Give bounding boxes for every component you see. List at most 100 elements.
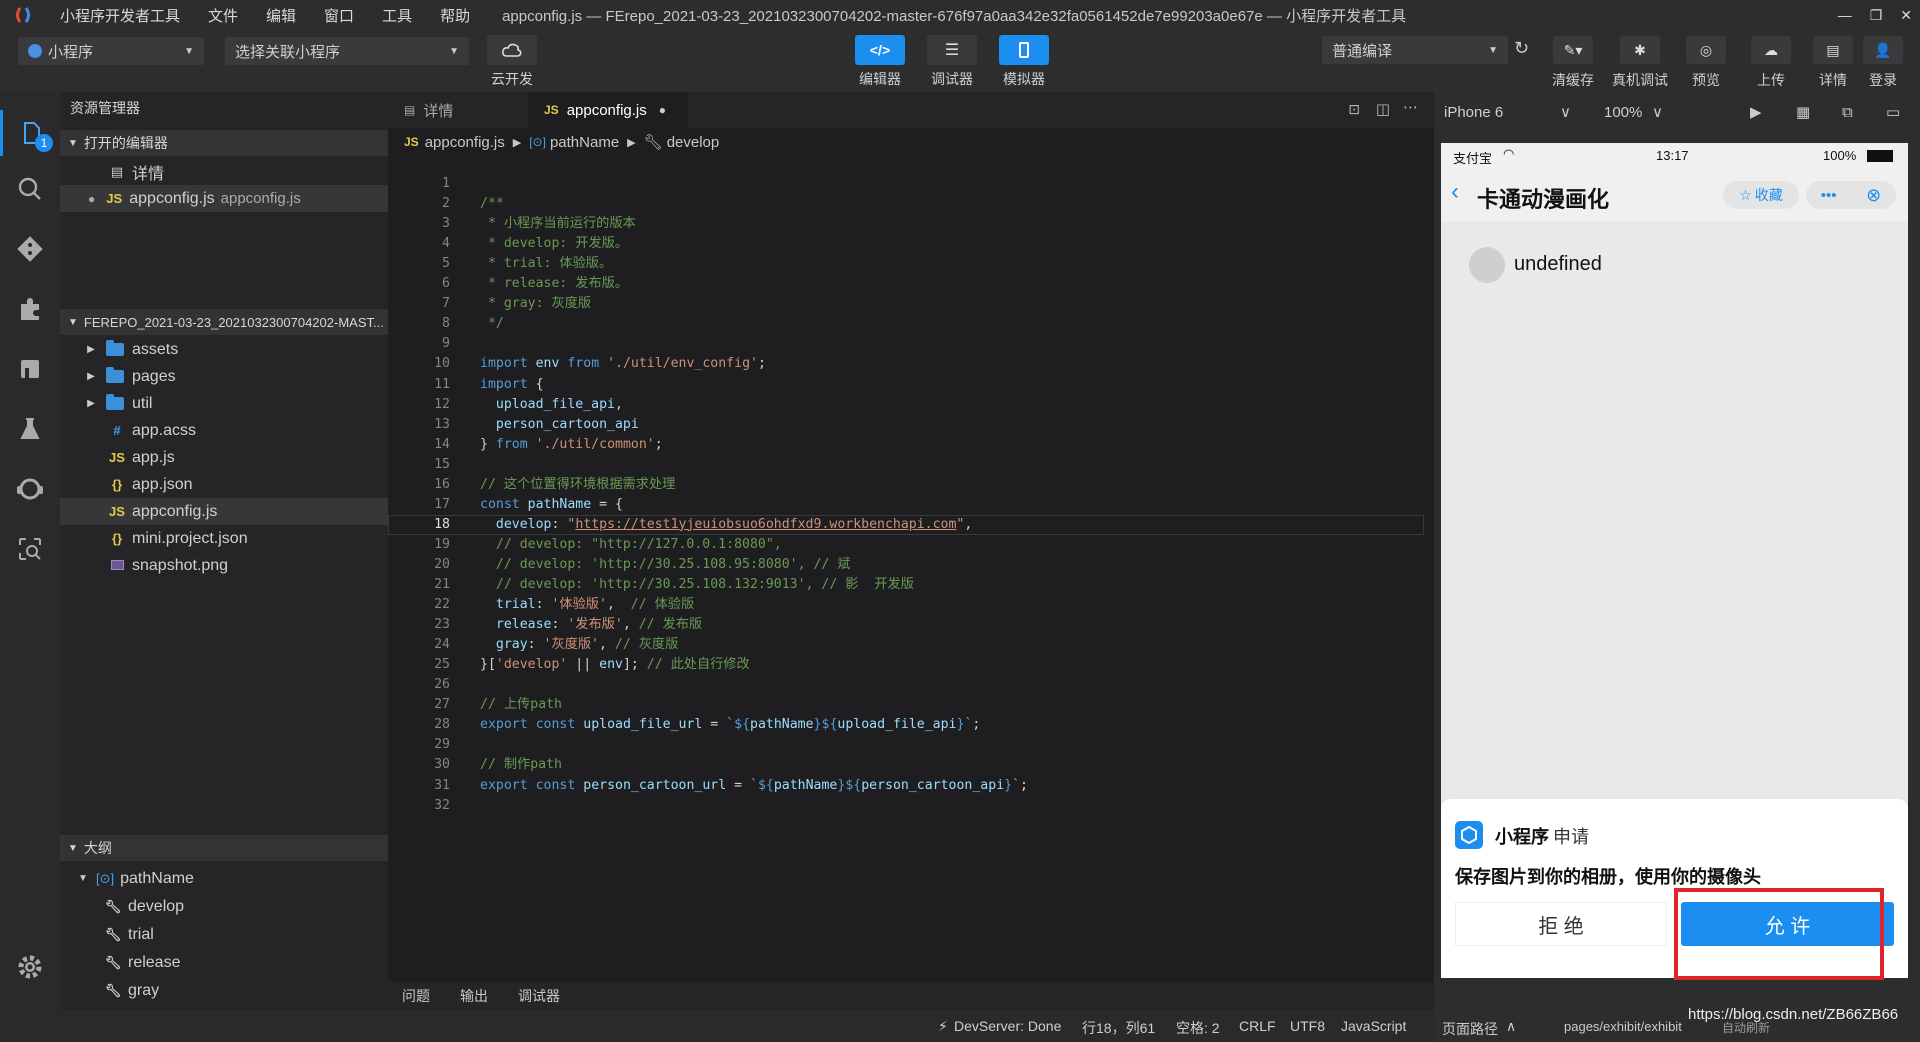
code-editor[interactable]: 1 2/** 3 * 小程序当前运行的版本 4 * develop: 开发版。 5 * … [388,156,1434,982]
breadcrumb-member[interactable]: develop [667,134,720,151]
file-item[interactable]: snapshot.png [60,552,388,579]
tab-problems[interactable]: 问题 [402,986,430,1006]
code-line[interactable]: // develop: 'http://30.25.108.132:9013',… [480,575,914,595]
reject-button[interactable]: 拒 绝 [1455,902,1667,946]
code-line[interactable]: develop: "https://test1yjeuiobsuo6ohdfxd… [480,515,972,535]
simulator-toggle-button[interactable]: 模拟器 [999,35,1049,89]
git-icon[interactable] [0,226,60,272]
cloud-dev-button[interactable]: 云开发 [487,35,537,89]
code-line[interactable]: * gray: 灰度版 [480,294,591,314]
extensions-icon[interactable] [0,286,60,332]
tab-debugger[interactable]: 调试器 [518,986,560,1006]
inspect-icon[interactable] [0,526,60,572]
code-line[interactable]: * release: 发布版。 [480,274,628,294]
support-icon[interactable] [0,466,60,512]
folder-item[interactable]: ▶ pages [60,363,388,390]
project-section[interactable]: ▼ FEREPO_2021-03-23_2021032300704202-MAST… [60,309,388,335]
file-item-selected[interactable]: JS appconfig.js [60,498,388,525]
editor-toggle-button[interactable]: </> 编辑器 [855,35,905,89]
folder-item[interactable]: ▶ assets [60,336,388,363]
outline-section[interactable]: ▼ 大纲 [60,835,388,861]
chevron-down-icon[interactable]: ∨ [1560,103,1571,121]
unsaved-dot-icon[interactable]: ● [659,103,666,117]
code-line[interactable]: // 制作path [480,755,562,775]
menu-tools[interactable]: 工具 [368,5,426,26]
back-arrow-icon[interactable]: ‹ [1451,178,1459,206]
page-route-label[interactable]: 页面路径 [1442,1019,1498,1039]
indent-setting[interactable]: 空格: 2 [1176,1018,1220,1038]
login-button[interactable]: 👤 登录 [1863,36,1903,90]
project-select[interactable]: 选择关联小程序 ▼ [225,37,469,65]
grid-icon[interactable]: ▦ [1796,103,1810,121]
rotate-icon[interactable]: ⧉ [1842,104,1853,121]
open-editor-item[interactable]: ● JS appconfig.js appconfig.js [60,185,388,212]
compile-mode-select[interactable]: 普通编译 ▼ [1322,36,1508,64]
storage-icon[interactable] [0,346,60,392]
file-item[interactable]: {} app.json [60,471,388,498]
chevron-down-icon[interactable]: ∨ [1652,103,1663,121]
upload-button[interactable]: ☁ 上传 [1751,36,1791,90]
code-line[interactable]: }['develop' || env]; // 此处自行修改 [480,655,750,675]
breadcrumb-symbol[interactable]: pathName [550,134,619,151]
window-icon[interactable]: ▭ [1886,103,1900,121]
device-select[interactable]: iPhone 6 [1444,104,1503,121]
chevron-up-icon[interactable]: ∧ [1506,1018,1516,1035]
code-line[interactable]: */ [480,314,504,334]
code-line[interactable]: } from './util/common'; [480,435,663,455]
more-icon[interactable]: ⋯ [1403,98,1418,116]
code-line[interactable]: // develop: 'http://30.25.108.95:8080', … [480,555,851,575]
code-line[interactable]: * trial: 体验版。 [480,254,612,274]
file-item[interactable]: JS app.js [60,444,388,471]
code-line[interactable]: person_cartoon_api [480,415,639,435]
outline-item[interactable]: 🔧︎ release [60,949,388,976]
code-line[interactable]: upload_file_api, [480,395,623,415]
favorite-button[interactable]: ☆ 收藏 [1723,181,1799,209]
code-line[interactable]: /** [480,194,504,214]
menu-edit[interactable]: 编辑 [252,5,310,26]
outline-item[interactable]: ▼ [⊙] pathName [60,865,388,892]
more-options-icon[interactable]: ••• [1821,187,1837,204]
language-mode[interactable]: JavaScript [1341,1018,1406,1034]
split-editor-icon[interactable]: ◫ [1376,100,1390,118]
devserver-status[interactable]: DevServer: Done [954,1018,1061,1034]
clear-cache-button[interactable]: ✎▾ 清缓存 [1552,36,1594,90]
tab-output[interactable]: 输出 [460,986,488,1006]
code-line[interactable]: import env from './util/env_config'; [480,354,766,374]
code-line[interactable]: * develop: 开发版。 [480,234,628,254]
tab-details[interactable]: ▤ 详情 [388,92,528,128]
details-button[interactable]: ▤ 详情 [1813,36,1853,90]
code-line[interactable]: gray: '灰度版', // 灰度版 [480,635,678,655]
open-editor-item[interactable]: ▤ 详情 [60,158,388,185]
breadcrumb-file[interactable]: appconfig.js [425,134,505,151]
code-line[interactable]: export const upload_file_url = `${pathNa… [480,715,980,735]
menu-file[interactable]: 文件 [194,5,252,26]
menu-window[interactable]: 窗口 [310,5,368,26]
folder-item[interactable]: ▶ util [60,390,388,417]
cursor-position[interactable]: 行18，列61 [1082,1018,1155,1038]
tab-appconfig[interactable]: JS appconfig.js ● [528,92,688,128]
code-line[interactable]: import { [480,375,544,395]
code-line[interactable]: trial: '体验版', // 体验版 [480,595,694,615]
code-line[interactable]: // 上传path [480,695,562,715]
code-line[interactable]: // 这个位置得环境根据需求处理 [480,475,675,495]
code-line[interactable]: release: '发布版', // 发布版 [480,615,702,635]
settings-gear-icon[interactable] [0,944,60,990]
maximize-button[interactable]: ❐ [1870,7,1883,24]
code-line[interactable]: // develop: "http://127.0.0.1:8080", [480,535,782,555]
code-line[interactable]: export const person_cartoon_url = `${pat… [480,776,1028,796]
open-editors-section[interactable]: ▼ 打开的编辑器 [60,130,388,156]
menu-help[interactable]: 帮助 [426,5,484,26]
preview-button[interactable]: ◎ 预览 [1686,36,1726,90]
zoom-select[interactable]: 100% [1604,104,1642,121]
test-flask-icon[interactable] [0,406,60,452]
preview-toggle-icon[interactable]: ⊡ [1348,101,1360,118]
outline-item[interactable]: 🔧︎ trial [60,921,388,948]
remote-debug-button[interactable]: ✱ 真机调试 [1612,36,1668,90]
close-miniprogram-icon[interactable]: ⊗ [1866,185,1881,206]
explorer-icon[interactable]: 1 [0,110,60,156]
close-button[interactable]: ✕ [1900,7,1912,24]
code-line[interactable]: const pathName = { [480,495,623,515]
code-line[interactable]: * 小程序当前运行的版本 [480,214,636,234]
file-item[interactable]: # app.acss [60,417,388,444]
outline-item[interactable]: 🔧︎ gray [60,977,388,1004]
